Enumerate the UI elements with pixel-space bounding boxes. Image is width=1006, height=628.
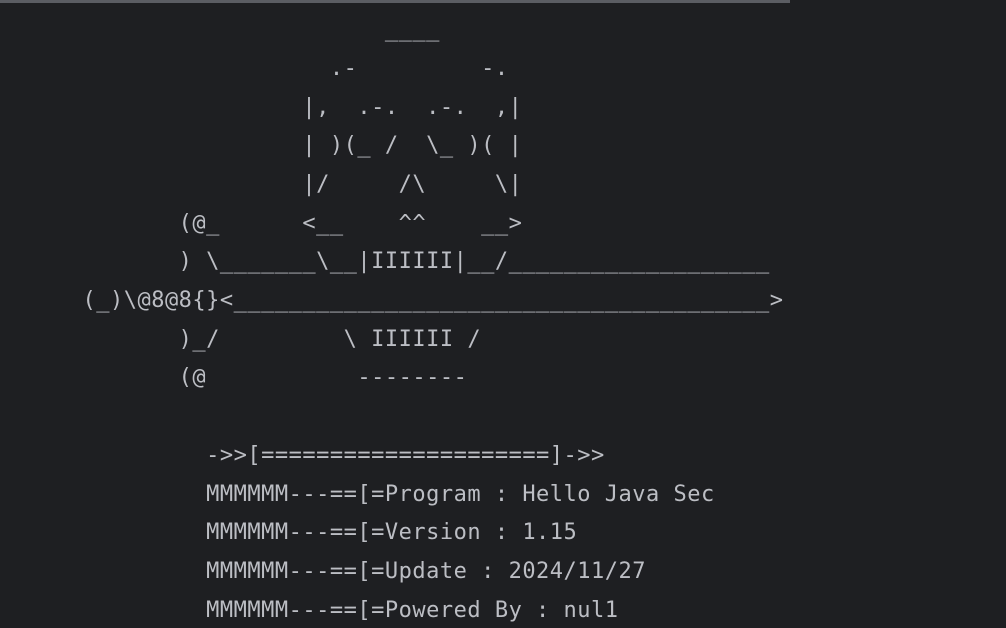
program-line: MMMMMM---==[=Program : Hello Java Sec bbox=[0, 482, 715, 507]
ascii-art-line: (@_ <__ ^^ __> bbox=[0, 211, 523, 236]
powered-by-line: MMMMMM---==[=Powered By : nul1 bbox=[0, 598, 619, 623]
ascii-art-line: ____ bbox=[0, 17, 440, 42]
horizontal-scrollbar[interactable] bbox=[0, 0, 790, 3]
ascii-art-line: )_/ \ IIIIII / bbox=[0, 327, 482, 352]
ascii-art-line: |, .-. .-. ,| bbox=[0, 95, 523, 120]
ascii-art-line: ) \_______\__|IIIIII|__/________________… bbox=[0, 249, 770, 274]
info-separator: ->>[=====================]->> bbox=[0, 443, 605, 468]
ascii-art-line: (_)\@8@8{}<_____________________________… bbox=[0, 288, 784, 313]
ascii-art-line: | )(_ / \_ )( | bbox=[0, 133, 523, 158]
ascii-art-line: |/ /\ \| bbox=[0, 172, 523, 197]
ascii-art-line: (@ -------- bbox=[0, 365, 468, 390]
ascii-art-line: .- -. bbox=[0, 56, 509, 81]
update-line: MMMMMM---==[=Update : 2024/11/27 bbox=[0, 559, 647, 584]
console-output: ____ .- -. |, .-. .-. ,| | )(_ / \_ )( |… bbox=[0, 0, 1006, 628]
version-line: MMMMMM---==[=Version : 1.15 bbox=[0, 520, 578, 545]
